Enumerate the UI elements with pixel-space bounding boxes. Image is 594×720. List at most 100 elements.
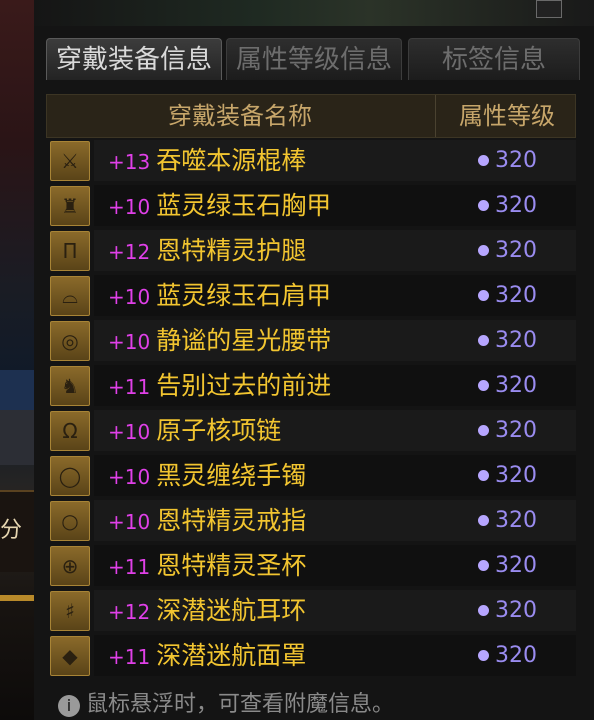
side-label: 分 [0,518,23,543]
attribute-level: 320 [478,183,537,228]
item-label[interactable]: +10 蓝灵绿玉石胸甲 [108,183,331,230]
table-body: ⚔ +13 吞噬本源棍棒 320 ♜ +10 蓝灵绿玉石胸甲 320 Π +12 恩特精灵护腿 320… [46,138,576,678]
boots-icon[interactable]: ♞ [50,366,90,406]
level-dot-icon [478,155,489,166]
chest-armor-icon[interactable]: ♜ [50,186,90,226]
level-dot-icon [478,425,489,436]
level-dot-icon [478,335,489,346]
level-value: 320 [495,328,537,353]
level-dot-icon [478,380,489,391]
item-name: 恩特精灵戒指 [156,506,307,535]
ring-icon[interactable]: ○ [50,501,90,541]
attribute-level: 320 [478,318,537,363]
attribute-level: 320 [478,633,537,678]
enhance-level: +10 [108,465,151,489]
top-button-icon[interactable] [536,0,562,18]
header-name: 穿戴装备名称 [168,102,312,130]
table-row[interactable]: ◯ +10 黑灵缠绕手镯 320 [46,453,576,498]
attribute-level: 320 [478,228,537,273]
item-name: 静谧的星光腰带 [156,326,332,355]
enhance-level: +11 [108,555,151,579]
level-value: 320 [495,148,537,173]
item-name: 原子核项链 [156,416,282,445]
attribute-level: 320 [478,363,537,408]
item-label[interactable]: +10 静谧的星光腰带 [108,318,331,365]
level-dot-icon [478,290,489,301]
level-value: 320 [495,418,537,443]
table-row[interactable]: Ω +10 原子核项链 320 [46,408,576,453]
table-row[interactable]: ⊕ +11 恩特精灵圣杯 320 [46,543,576,588]
level-dot-icon [478,245,489,256]
tab-equipped-gear[interactable]: 穿戴装备信息 [46,38,222,80]
enhance-level: +10 [108,195,151,219]
attribute-level: 320 [478,273,537,318]
hint-text: 鼠标悬浮时，可查看附魔信息。 [86,692,395,717]
enhance-level: +11 [108,375,151,399]
enhance-level: +12 [108,240,151,264]
necklace-icon[interactable]: Ω [50,411,90,451]
table-row[interactable]: ○ +10 恩特精灵戒指 320 [46,498,576,543]
item-label[interactable]: +11 告别过去的前进 [108,363,331,410]
bracelet-icon[interactable]: ◯ [50,456,90,496]
table-header: 穿戴装备名称 属性等级 [46,94,576,138]
item-label[interactable]: +12 恩特精灵护腿 [108,228,306,275]
item-label[interactable]: +11 恩特精灵圣杯 [108,543,306,590]
attribute-level: 320 [478,498,537,543]
weapon-icon[interactable]: ⚔ [50,141,90,181]
level-value: 320 [495,373,537,398]
table-row[interactable]: ⌓ +10 蓝灵绿玉石肩甲 320 [46,273,576,318]
header-level: 属性等级 [435,95,578,137]
tab-bar: 穿戴装备信息 属性等级信息 标签信息 [46,38,586,82]
table-row[interactable]: ♞ +11 告别过去的前进 320 [46,363,576,408]
scene-band [0,410,34,465]
tab-tags[interactable]: 标签信息 [408,38,580,80]
level-value: 320 [495,553,537,578]
level-value: 320 [495,598,537,623]
table-row[interactable]: ◆ +11 深潜迷航面罩 320 [46,633,576,678]
level-value: 320 [495,508,537,533]
item-name: 蓝灵绿玉石肩甲 [156,281,332,310]
table-row[interactable]: ⚔ +13 吞噬本源棍棒 320 [46,138,576,183]
table-row[interactable]: ♯ +12 深潜迷航耳环 320 [46,588,576,633]
attribute-level: 320 [478,453,537,498]
item-label[interactable]: +10 蓝灵绿玉石肩甲 [108,273,331,320]
level-value: 320 [495,643,537,668]
item-label[interactable]: +10 恩特精灵戒指 [108,498,306,545]
enhance-level: +10 [108,510,151,534]
item-label[interactable]: +10 原子核项链 [108,408,281,455]
table-row[interactable]: ♜ +10 蓝灵绿玉石胸甲 320 [46,183,576,228]
subequip-icon[interactable]: ⊕ [50,546,90,586]
scene-band [0,595,34,601]
enhance-level: +12 [108,600,151,624]
magic-stone-icon[interactable]: ◆ [50,636,90,676]
enhance-level: +10 [108,285,151,309]
level-value: 320 [495,238,537,263]
item-label[interactable]: +11 深潜迷航面罩 [108,633,306,680]
top-strip [34,0,594,27]
level-dot-icon [478,560,489,571]
table-row[interactable]: Π +12 恩特精灵护腿 320 [46,228,576,273]
level-dot-icon [478,200,489,211]
equipment-panel: 穿戴装备信息 属性等级信息 标签信息 穿戴装备名称 属性等级 ⚔ +13 吞噬本源棍… [34,26,594,720]
footer-hint: i 鼠标悬浮时，可查看附魔信息。 [34,690,594,720]
level-value: 320 [495,283,537,308]
level-dot-icon [478,605,489,616]
table-row[interactable]: ◎ +10 静谧的星光腰带 320 [46,318,576,363]
item-name: 吞噬本源棍棒 [156,146,307,175]
item-name: 恩特精灵护腿 [156,236,307,265]
info-icon: i [58,695,80,717]
leg-armor-icon[interactable]: Π [50,231,90,271]
enhance-level: +13 [108,150,151,174]
level-dot-icon [478,650,489,661]
item-name: 恩特精灵圣杯 [156,551,307,580]
item-label[interactable]: +10 黑灵缠绕手镯 [108,453,306,500]
enhance-level: +10 [108,330,151,354]
item-name: 蓝灵绿玉石胸甲 [156,191,332,220]
shoulder-armor-icon[interactable]: ⌓ [50,276,90,316]
earring-icon[interactable]: ♯ [50,591,90,631]
level-dot-icon [478,515,489,526]
belt-icon[interactable]: ◎ [50,321,90,361]
tab-attribute-level[interactable]: 属性等级信息 [226,38,402,80]
item-label[interactable]: +13 吞噬本源棍棒 [108,138,306,185]
item-label[interactable]: +12 深潜迷航耳环 [108,588,306,635]
